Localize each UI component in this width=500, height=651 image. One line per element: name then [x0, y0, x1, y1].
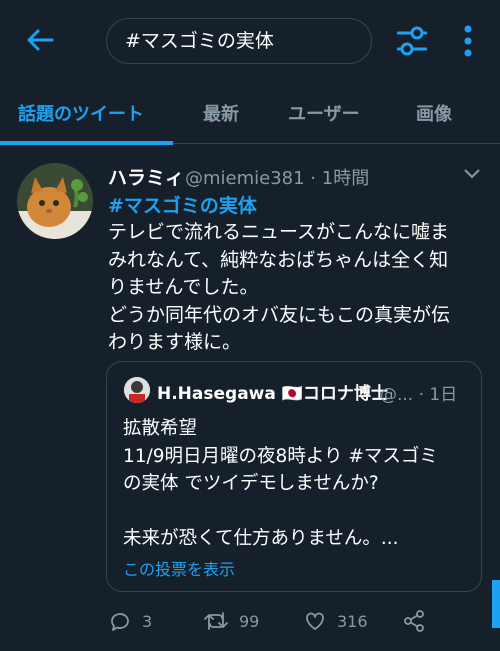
vertical-dots-icon[interactable]	[458, 24, 478, 58]
retweet-count: 99	[239, 611, 260, 631]
quoted-avatar	[124, 377, 150, 403]
tweet-actions: 3 99 316	[0, 604, 500, 638]
handle-and-time: @miemie381 · 1時間	[185, 168, 370, 189]
quoted-body: 拡散希望 11/9明日月曜の夜8時より #マスゴミ の実体 でツイデモしませんか…	[123, 415, 438, 553]
tweet-body: テレビで流れるニュースがこんなに嘘ま みれなんて、純粋なおばちゃんは全く知 りま…	[108, 219, 478, 357]
heart-icon	[306, 612, 324, 630]
display-name[interactable]: ハラミィ	[108, 163, 184, 190]
tab-users[interactable]: ユーザー	[288, 100, 360, 126]
reply-count: 3	[142, 611, 153, 631]
tab-latest[interactable]: 最新	[203, 100, 239, 126]
show-poll-link[interactable]: この投票を表示	[123, 556, 235, 580]
hashtag-link[interactable]: #マスゴミの実体	[108, 191, 257, 218]
tweet-body-line: どうか同年代のオバ友にもこの真実が伝	[108, 303, 451, 326]
quoted-body-line: 未来が恐くて仕方ありません。...	[123, 528, 399, 549]
tweet-body-line: わります様に。	[108, 331, 242, 353]
search-tabs: 話題のツイート 最新 ユーザー 画像	[0, 82, 500, 145]
tab-top-tweets[interactable]: 話題のツイート	[18, 100, 144, 126]
tweet-body-line: テレビで流れるニュースがこんなに嘘ま	[108, 221, 450, 243]
sliders-icon[interactable]	[395, 24, 429, 58]
quoted-handle-time: @... · 1日	[380, 385, 458, 405]
top-bar: #マスゴミの実体	[0, 0, 500, 82]
share-button[interactable]	[402, 609, 436, 633]
arrow-left-icon[interactable]	[24, 24, 56, 56]
reply-button[interactable]: 3	[108, 609, 152, 633]
reply-icon	[111, 613, 129, 631]
avatar[interactable]	[17, 163, 93, 239]
like-button[interactable]: 316	[303, 609, 368, 633]
tab-images[interactable]: 画像	[416, 100, 452, 126]
quoted-body-line: 11/9明日月曜の夜8時より #マスゴミ	[123, 445, 438, 467]
quoted-body-line: 拡散希望	[123, 418, 198, 439]
retweet-button[interactable]: 99	[203, 609, 259, 633]
share-icon	[404, 610, 424, 632]
quoted-display-name: H.Hasegawa 🇯🇵コロナ博士	[157, 384, 388, 404]
quoted-body-line: の実体 でツイデモしませんか?	[123, 473, 379, 494]
search-input[interactable]: #マスゴミの実体	[106, 18, 372, 64]
tweet-body-line: みれなんて、純粋なおばちゃんは全く知	[108, 248, 449, 271]
tweet-body-line: りませんでした。	[108, 276, 259, 298]
scrollbar[interactable]	[492, 580, 500, 628]
retweet-icon	[204, 612, 228, 630]
like-count: 316	[337, 611, 368, 631]
chevron-down-icon[interactable]	[463, 166, 481, 180]
quoted-body-line	[123, 498, 438, 526]
active-tab-indicator	[0, 141, 173, 145]
